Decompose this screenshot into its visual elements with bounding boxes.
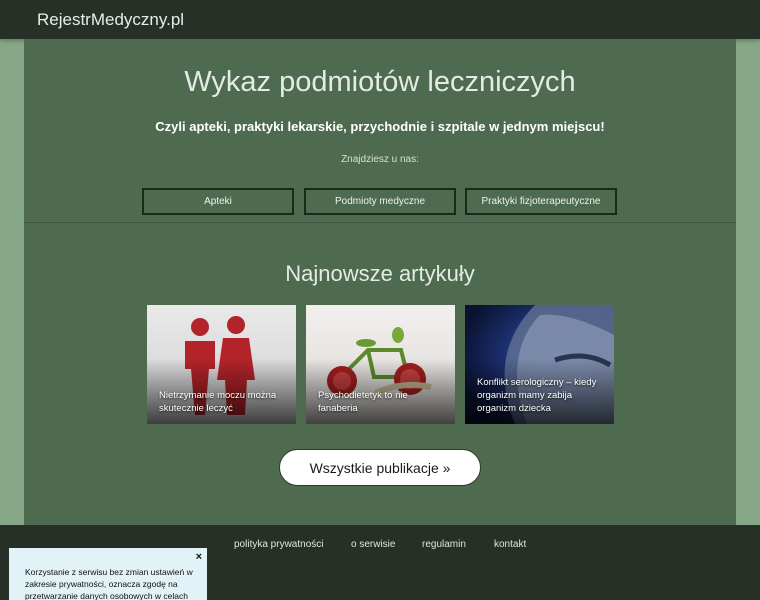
category-button-apteki[interactable]: Apteki	[142, 188, 294, 215]
articles-section-title: Najnowsze artykuły	[285, 261, 475, 286]
site-logo[interactable]: RejestrMedyczny.pl	[37, 10, 184, 30]
footer-link-contact[interactable]: kontakt	[494, 539, 526, 550]
category-button-praktyki-fizjoterapeutyczne[interactable]: Praktyki fizjoterapeutyczne	[465, 188, 617, 215]
find-label: Znajdziesz u nas:	[341, 154, 419, 165]
article-caption: Konflikt serologiczny – kiedy organizm m…	[477, 377, 597, 414]
article-card[interactable]: Konflikt serologiczny – kiedy organizm m…	[465, 305, 614, 424]
section-divider	[24, 222, 736, 223]
all-publications-button[interactable]: Wszystkie publikacje »	[279, 449, 481, 486]
footer-link-privacy-policy[interactable]: polityka prywatności	[234, 539, 323, 550]
top-bar: RejestrMedyczny.pl	[0, 0, 760, 39]
cookie-notice-text: Korzystanie z serwisu bez zmian ustawień…	[25, 567, 193, 600]
close-icon[interactable]: ×	[196, 552, 202, 563]
article-caption: Nietrzymanie moczu można skutecznie lecz…	[159, 390, 277, 414]
cookie-notice: × Korzystanie z serwisu bez zmian ustawi…	[9, 548, 207, 600]
page-subtitle: Czyli apteki, praktyki lekarskie, przych…	[155, 119, 605, 134]
article-card[interactable]: Nietrzymanie moczu można skutecznie lecz…	[147, 305, 296, 424]
footer-link-about[interactable]: o serwisie	[351, 539, 395, 550]
footer-link-terms[interactable]: regulamin	[422, 539, 466, 550]
category-button-podmioty-medyczne[interactable]: Podmioty medyczne	[304, 188, 456, 215]
article-caption: Psychodietetyk to nie fanaberia	[318, 390, 408, 414]
article-card[interactable]: Psychodietetyk to nie fanaberia	[306, 305, 455, 424]
page-title: Wykaz podmiotów leczniczych	[184, 66, 576, 98]
